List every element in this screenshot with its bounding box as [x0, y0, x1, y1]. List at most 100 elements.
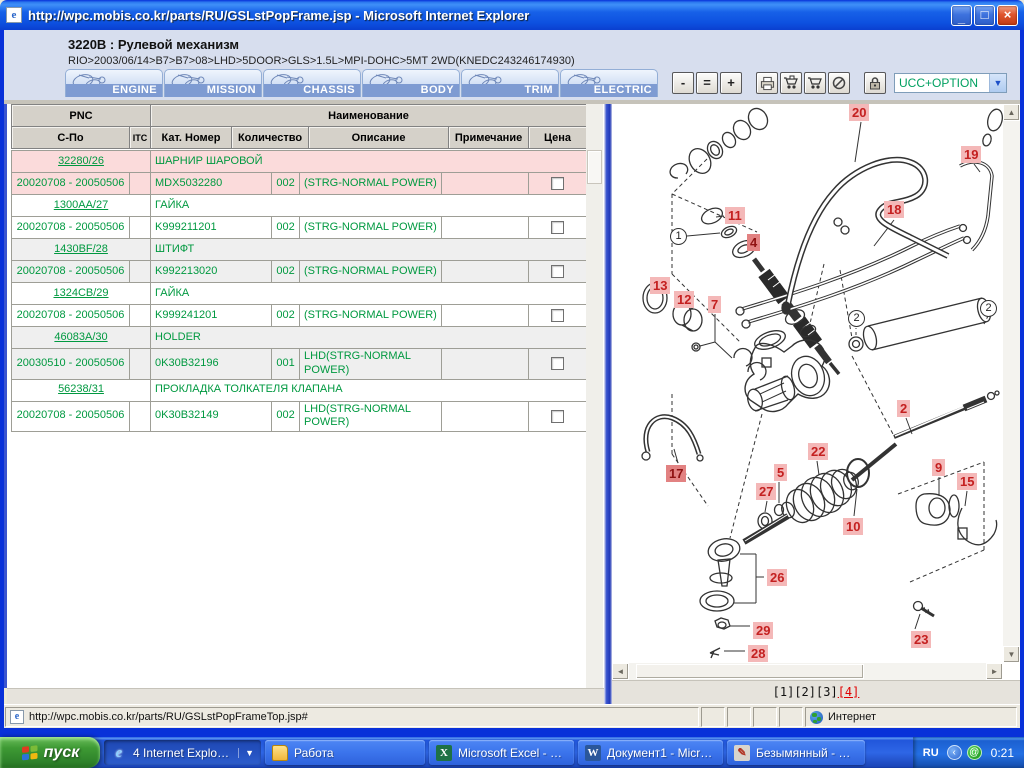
pnc-link[interactable]: 1430BF/28: [54, 243, 108, 255]
qty-cell: 001: [272, 349, 300, 380]
nav-tab-trim[interactable]: TRIM: [461, 69, 559, 97]
pnc-link[interactable]: 56238/31: [58, 383, 104, 395]
scrollbar-thumb[interactable]: [636, 664, 864, 679]
pnc-link[interactable]: 1324CB/29: [53, 287, 108, 299]
block-button[interactable]: [828, 72, 850, 94]
pnc-link[interactable]: 46083A/30: [54, 331, 107, 343]
status-pane: [753, 707, 777, 727]
diagram-callout-11[interactable]: 11: [725, 207, 745, 224]
diagram-callout-15[interactable]: 15: [957, 473, 977, 490]
header-panel: 3220B : Рулевой механизм RIO>2003/06/14>…: [4, 30, 1020, 104]
taskbar-button[interactable]: Работа: [265, 740, 425, 765]
diagram-callout-7[interactable]: 7: [708, 296, 721, 313]
frame-divider[interactable]: [604, 104, 612, 704]
row-checkbox[interactable]: [551, 177, 564, 190]
taskbar-button[interactable]: XMicrosoft Excel - service: [429, 740, 574, 765]
note-cell: [442, 217, 529, 239]
taskbar-button[interactable]: e4 Internet Explorer▼: [104, 740, 261, 765]
pnc-link[interactable]: 1300AA/27: [54, 199, 108, 211]
nav-tab-mission[interactable]: MISSION: [164, 69, 262, 97]
print-button[interactable]: [756, 72, 778, 94]
nav-tab-electric[interactable]: ELECTRIC: [560, 69, 658, 97]
desc-cell: (STRG-NORMAL POWER): [300, 217, 442, 239]
scroll-down-icon[interactable]: ▼: [1003, 646, 1020, 663]
close-button[interactable]: ×: [997, 5, 1018, 26]
lock-button[interactable]: [864, 72, 886, 94]
status-url-pane: e http://wpc.mobis.co.kr/parts/RU/GSLstP…: [5, 707, 699, 727]
scrollbar-thumb[interactable]: [587, 150, 602, 184]
diagram-callout-12[interactable]: 12: [674, 291, 694, 308]
zoom-out-button[interactable]: -: [672, 72, 694, 94]
row-checkbox[interactable]: [551, 357, 564, 370]
row-checkbox[interactable]: [551, 221, 564, 234]
cart-button[interactable]: [804, 72, 826, 94]
zoom-in-button[interactable]: +: [720, 72, 742, 94]
row-checkbox[interactable]: [551, 410, 564, 423]
page-link-1[interactable]: [1]: [773, 685, 795, 699]
note-cell: [442, 261, 529, 283]
col-c-po: С-По: [12, 127, 130, 149]
parts-diagram: 20191118413127217225271091526292823122: [612, 104, 1003, 663]
price-cell: [529, 261, 587, 283]
toolbar: - = +: [672, 71, 1007, 95]
nav-tabs: ENGINEMISSIONCHASSISBODYTRIMELECTRIC: [65, 69, 659, 97]
diagram-callout-9[interactable]: 9: [932, 459, 945, 476]
page-link-3[interactable]: [3]: [816, 685, 838, 699]
diagram-callout-13[interactable]: 13: [650, 277, 670, 294]
diagram-callout-28[interactable]: 28: [748, 645, 768, 662]
diagram-callout-10[interactable]: 10: [843, 518, 863, 535]
diagram-callout-19[interactable]: 19: [961, 146, 981, 163]
diagram-callout-20[interactable]: 20: [849, 104, 869, 121]
lock-icon: [867, 75, 883, 91]
part-group-row: 56238/31ПРОКЛАДКА ТОЛКАТЕЛЯ КЛАПАНА: [12, 379, 587, 401]
diagram-horizontal-scrollbar[interactable]: ◄ ►: [612, 663, 1003, 680]
part-no-cell: 0K30B32149: [151, 401, 272, 432]
hide-icons-chevron-icon[interactable]: ‹: [947, 745, 962, 760]
cart-add-button[interactable]: [780, 72, 802, 94]
diagram-callout-4[interactable]: 4: [747, 234, 760, 251]
diagram-callout-26[interactable]: 26: [767, 569, 787, 586]
row-checkbox[interactable]: [551, 265, 564, 278]
tray-app-icon[interactable]: @: [967, 745, 982, 760]
diagram-callout-29[interactable]: 29: [753, 622, 773, 639]
diagram-callout-27[interactable]: 27: [756, 483, 776, 500]
desc-cell: (STRG-NORMAL POWER): [300, 305, 442, 327]
diagram-callout-23[interactable]: 23: [911, 631, 931, 648]
scroll-up-icon[interactable]: ▲: [1003, 104, 1020, 121]
page-link-2[interactable]: [2]: [794, 685, 816, 699]
maximize-button[interactable]: □: [974, 5, 995, 26]
diagram-callout-2[interactable]: 2: [897, 400, 910, 417]
diagram-vertical-scrollbar[interactable]: ▲ ▼: [1003, 104, 1020, 663]
qty-cell: 002: [272, 401, 300, 432]
pnc-link[interactable]: 32280/26: [58, 155, 104, 167]
zoom-reset-button[interactable]: =: [696, 72, 718, 94]
col-itc: ITC: [130, 127, 151, 149]
folder-icon: [272, 745, 288, 761]
diagram-callout-18[interactable]: 18: [884, 201, 904, 218]
nav-tab-chassis[interactable]: CHASSIS: [263, 69, 361, 97]
scroll-left-icon[interactable]: ◄: [612, 663, 629, 680]
taskbar-button-label: Документ1 - Microso...: [607, 746, 716, 760]
qty-cell: 002: [272, 217, 300, 239]
minimize-button[interactable]: _: [951, 5, 972, 26]
chevron-down-icon[interactable]: ▼: [238, 748, 254, 758]
start-button[interactable]: пуск: [0, 737, 100, 768]
part-data-row: 20020708 - 20050506K999241201002(STRG-NO…: [12, 305, 587, 327]
row-checkbox[interactable]: [551, 309, 564, 322]
ucc-option-select[interactable]: UCC+OPTION ▼: [894, 73, 1007, 93]
taskbar-button[interactable]: WДокумент1 - Microso...: [578, 740, 723, 765]
nav-tab-engine[interactable]: ENGINE: [65, 69, 163, 97]
scroll-right-icon[interactable]: ►: [986, 663, 1003, 680]
diagram-callout-22[interactable]: 22: [808, 443, 828, 460]
diagram-ref-circle-2: 2: [980, 300, 997, 317]
diagram-callout-17[interactable]: 17: [666, 465, 686, 482]
language-indicator[interactable]: RU: [923, 747, 939, 759]
resize-grip[interactable]: [1018, 705, 1020, 728]
table-vertical-scrollbar[interactable]: [586, 104, 603, 688]
taskbar-button-label: 4 Internet Explorer: [133, 746, 230, 760]
taskbar-button[interactable]: ✎Безымянный - Paint: [727, 740, 865, 765]
window-border-bottom: [0, 728, 1024, 737]
nav-tab-body[interactable]: BODY: [362, 69, 460, 97]
diagram-callout-5[interactable]: 5: [774, 464, 787, 481]
page-link-4[interactable]: [4]: [838, 685, 860, 699]
